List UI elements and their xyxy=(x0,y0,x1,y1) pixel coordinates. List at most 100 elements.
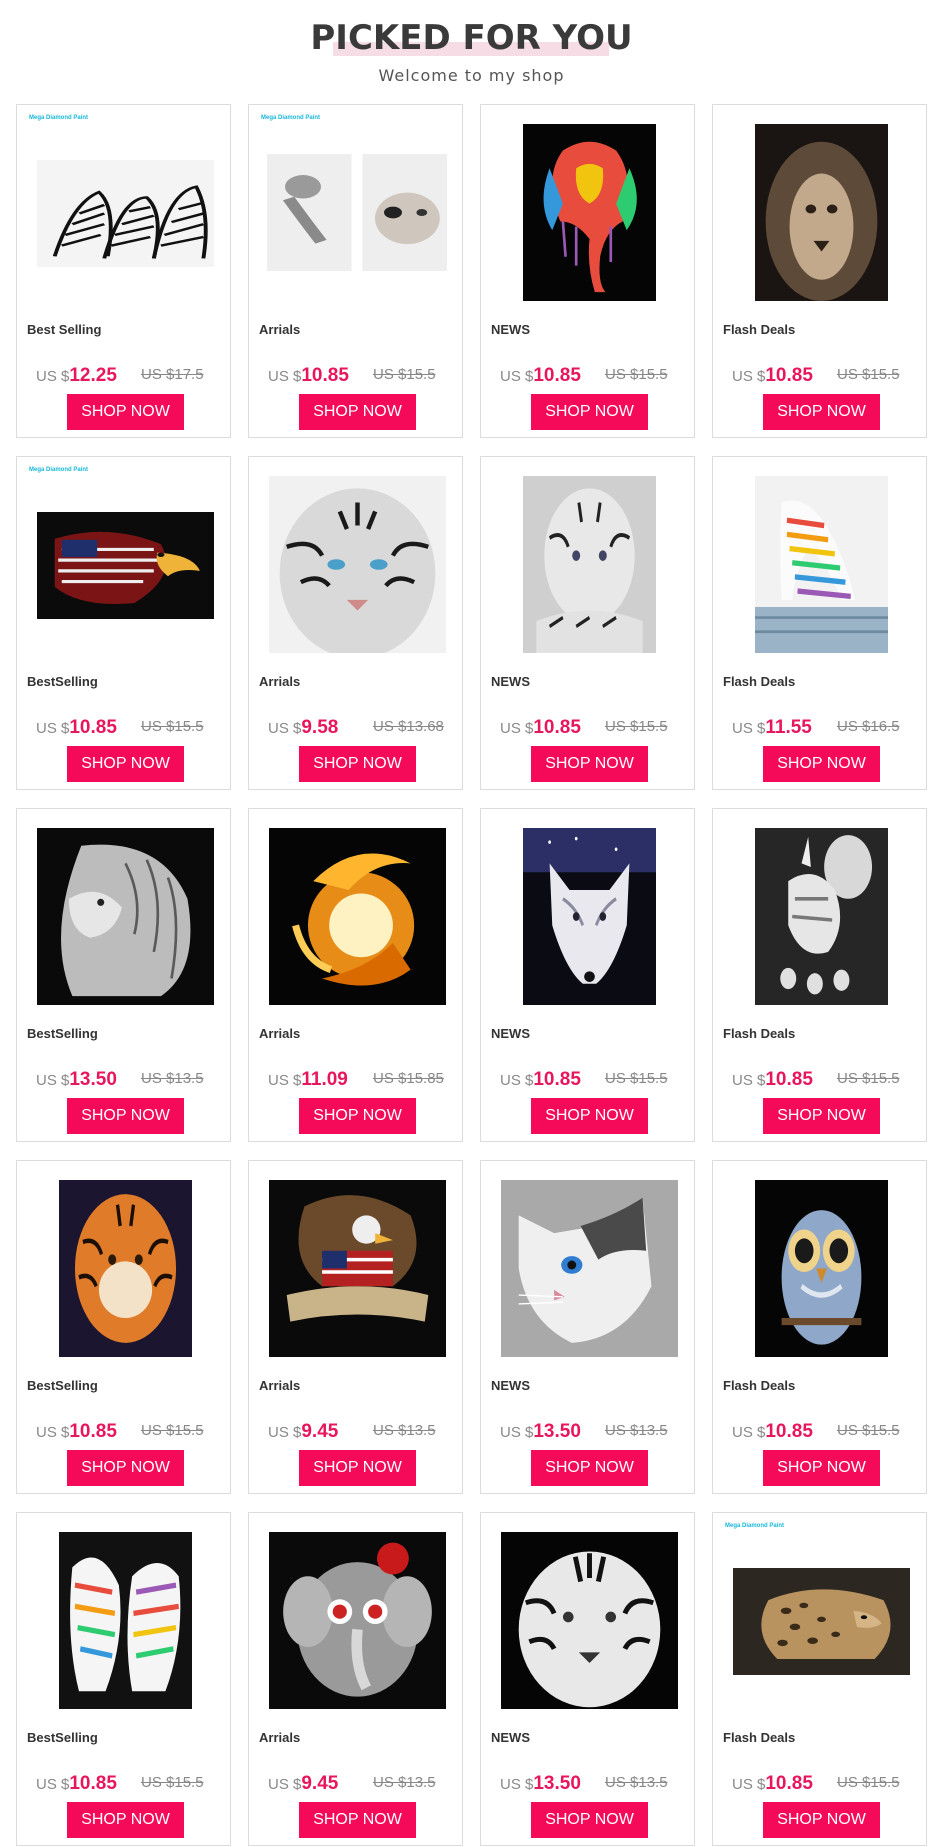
shop-now-button[interactable]: SHOP NOW xyxy=(67,1098,184,1134)
shop-now-button[interactable]: SHOP NOW xyxy=(763,394,880,430)
price-currency: US $ xyxy=(36,1072,70,1089)
product-category: Flash Deals xyxy=(723,674,796,689)
product-card[interactable]: NEWS US $13.50 US $13.5 SHOP NOW xyxy=(480,1512,695,1846)
product-category: Flash Deals xyxy=(723,1378,796,1393)
shop-now-button[interactable]: SHOP NOW xyxy=(763,1450,880,1486)
product-category: Flash Deals xyxy=(723,1026,796,1041)
phoenix-image[interactable] xyxy=(269,828,446,1005)
shop-now-button[interactable]: SHOP NOW xyxy=(531,746,648,782)
product-price: US $10.85 xyxy=(36,1773,117,1795)
shop-now-button[interactable]: SHOP NOW xyxy=(299,394,416,430)
product-card[interactable]: BestSelling US $10.85 US $15.5 SHOP NOW xyxy=(16,1512,231,1846)
price-currency: US $ xyxy=(36,720,70,737)
shop-now-button[interactable]: SHOP NOW xyxy=(67,746,184,782)
price-amount: 10.85 xyxy=(69,1421,117,1442)
shop-now-button[interactable]: SHOP NOW xyxy=(299,1802,416,1838)
price-amount: 10.85 xyxy=(765,365,813,386)
price-amount: 10.85 xyxy=(765,1773,813,1794)
product-category: Arrials xyxy=(259,1730,301,1745)
original-price: US $15.5 xyxy=(605,1070,668,1087)
tiger-lying-image[interactable] xyxy=(523,476,656,653)
shop-now-button[interactable]: SHOP NOW xyxy=(531,394,648,430)
shop-now-button[interactable]: SHOP NOW xyxy=(763,746,880,782)
product-card[interactable]: Mega Diamond Paint BestSelling US $10.85 US… xyxy=(16,456,231,790)
original-price: US $15.5 xyxy=(837,366,900,383)
shop-now-button[interactable]: SHOP NOW xyxy=(531,1098,648,1134)
orange-tiger-image[interactable] xyxy=(59,1180,192,1357)
zebras-image[interactable] xyxy=(37,160,214,267)
shop-now-button[interactable]: SHOP NOW xyxy=(299,1098,416,1134)
wolf-image[interactable] xyxy=(523,828,656,1005)
product-card[interactable]: NEWS US $10.85 US $15.5 SHOP NOW xyxy=(480,808,695,1142)
kittens-image[interactable] xyxy=(267,154,447,271)
product-card[interactable]: Mega Diamond Paint Best Selling US $12.25 U… xyxy=(16,104,231,438)
product-card[interactable]: BestSelling US $10.85 US $15.5 SHOP NOW xyxy=(16,1160,231,1494)
lion-profile-image[interactable] xyxy=(37,828,214,1005)
price-amount: 10.85 xyxy=(765,1069,813,1090)
colorful-elephant-image[interactable] xyxy=(523,124,656,301)
product-card[interactable]: Flash Deals US $10.85 US $15.5 SHOP NOW xyxy=(712,808,927,1142)
product-category: BestSelling xyxy=(27,1026,98,1041)
product-card[interactable]: Flash Deals US $11.55 US $16.5 SHOP NOW xyxy=(712,456,927,790)
product-price: US $13.50 xyxy=(36,1069,117,1091)
product-price: US $10.85 xyxy=(36,1421,117,1443)
product-price: US $13.50 xyxy=(500,1421,581,1443)
price-amount: 12.25 xyxy=(69,365,117,386)
product-price: US $11.55 xyxy=(732,717,812,739)
product-category: NEWS xyxy=(491,1730,530,1745)
product-category: NEWS xyxy=(491,322,530,337)
product-card[interactable]: NEWS US $10.85 US $15.5 SHOP NOW xyxy=(480,456,695,790)
product-card[interactable]: Arrials US $9.58 US $13.68 SHOP NOW xyxy=(248,456,463,790)
product-card[interactable]: Flash Deals US $10.85 US $15.5 SHOP NOW xyxy=(712,1160,927,1494)
product-card[interactable]: NEWS US $10.85 US $15.5 SHOP NOW xyxy=(480,104,695,438)
rainbow-zebra-image[interactable] xyxy=(755,476,888,653)
white-tiger-image[interactable] xyxy=(269,476,446,653)
flag-eagle-image[interactable] xyxy=(37,512,214,619)
original-price: US $13.5 xyxy=(373,1774,436,1791)
original-price: US $13.68 xyxy=(373,718,444,735)
product-category: Arrials xyxy=(259,674,301,689)
product-price: US $9.45 xyxy=(268,1421,338,1443)
tiger-face-image[interactable] xyxy=(501,1532,678,1709)
lion-image[interactable] xyxy=(755,124,888,301)
owl-image[interactable] xyxy=(755,1180,888,1357)
shop-now-button[interactable]: SHOP NOW xyxy=(67,1450,184,1486)
original-price: US $17.5 xyxy=(141,366,204,383)
shop-now-button[interactable]: SHOP NOW xyxy=(763,1098,880,1134)
product-card[interactable]: NEWS US $13.50 US $13.5 SHOP NOW xyxy=(480,1160,695,1494)
product-price: US $10.85 xyxy=(268,365,349,387)
price-currency: US $ xyxy=(268,1072,302,1089)
product-card[interactable]: Flash Deals US $10.85 US $15.5 SHOP NOW xyxy=(712,104,927,438)
shop-now-button[interactable]: SHOP NOW xyxy=(763,1802,880,1838)
rainbow-zebras-image[interactable] xyxy=(59,1532,192,1709)
leopard-image[interactable] xyxy=(733,1568,910,1675)
product-card[interactable]: Mega Diamond Paint Flash Deals US $10.85 US… xyxy=(712,1512,927,1846)
shop-now-button[interactable]: SHOP NOW xyxy=(531,1802,648,1838)
price-amount: 11.09 xyxy=(301,1069,348,1090)
eagle-banner-image[interactable] xyxy=(269,1180,446,1357)
product-price: US $10.85 xyxy=(500,1069,581,1091)
price-currency: US $ xyxy=(732,1424,766,1441)
shop-now-button[interactable]: SHOP NOW xyxy=(299,1450,416,1486)
price-currency: US $ xyxy=(500,1072,534,1089)
product-price: US $9.58 xyxy=(268,717,338,739)
original-price: US $15.5 xyxy=(141,1774,204,1791)
product-card[interactable]: Mega Diamond Paint Arrials US $10.85 US $15… xyxy=(248,104,463,438)
price-amount: 13.50 xyxy=(533,1773,581,1794)
shop-now-button[interactable]: SHOP NOW xyxy=(299,746,416,782)
skeleton-unicorn-image[interactable] xyxy=(755,828,888,1005)
shop-now-button[interactable]: SHOP NOW xyxy=(531,1450,648,1486)
cat-image[interactable] xyxy=(501,1180,678,1357)
product-card[interactable]: Arrials US $11.09 US $15.85 SHOP NOW xyxy=(248,808,463,1142)
product-card[interactable]: Arrials US $9.45 US $13.5 SHOP NOW xyxy=(248,1160,463,1494)
shop-now-button[interactable]: SHOP NOW xyxy=(67,1802,184,1838)
product-category: Arrials xyxy=(259,1378,301,1393)
price-currency: US $ xyxy=(36,1776,70,1793)
product-category: Flash Deals xyxy=(723,1730,796,1745)
product-card[interactable]: BestSelling US $13.50 US $13.5 SHOP NOW xyxy=(16,808,231,1142)
shop-now-button[interactable]: SHOP NOW xyxy=(67,394,184,430)
product-card[interactable]: Arrials US $9.45 US $13.5 SHOP NOW xyxy=(248,1512,463,1846)
sugar-skull-elephant-image[interactable] xyxy=(269,1532,446,1709)
product-price: US $10.85 xyxy=(500,365,581,387)
product-category: NEWS xyxy=(491,1026,530,1041)
